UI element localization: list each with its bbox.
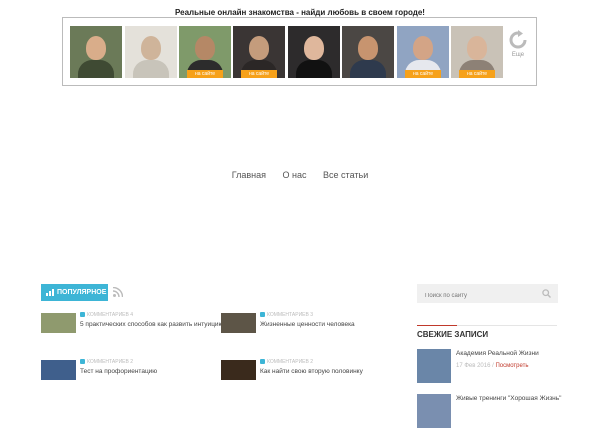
- popular-post[interactable]: КОММЕНТАРИЕВ 4 5 практических способов ка…: [41, 312, 223, 335]
- post-thumbnail[interactable]: [41, 360, 76, 380]
- recent-post-thumbnail[interactable]: [417, 394, 451, 428]
- recent-divider: [417, 325, 557, 326]
- online-badge: на сайте: [459, 70, 495, 78]
- photo-face: [195, 36, 215, 60]
- popular-tab[interactable]: ПОПУЛЯРНОЕ: [41, 284, 108, 301]
- post-title[interactable]: Жизненные ценности человека: [260, 321, 355, 328]
- popular-tab-label: ПОПУЛЯРНОЕ: [57, 289, 107, 296]
- profile-photo[interactable]: [288, 26, 340, 78]
- photo-figure: [296, 60, 332, 78]
- nav-home[interactable]: Главная: [232, 170, 266, 180]
- comment-count: КОММЕНТАРИЕВ 2: [80, 359, 133, 365]
- photo-face: [413, 36, 433, 60]
- search-input[interactable]: [417, 286, 535, 306]
- post-title[interactable]: 5 практических способов как развить инту…: [80, 321, 223, 328]
- comment-count: КОММЕНТАРИЕВ 2: [260, 359, 313, 365]
- comment-icon: [260, 312, 265, 318]
- recent-post-thumbnail[interactable]: [417, 349, 451, 383]
- post-title[interactable]: Тест на профориентацию: [80, 368, 157, 375]
- online-badge: на сайте: [241, 70, 277, 78]
- online-badge: на сайте: [405, 70, 441, 78]
- recent-heading: СВЕЖИЕ ЗАПИСИ: [417, 330, 489, 339]
- recent-post-title[interactable]: Академия Реальной Жизни: [456, 350, 539, 357]
- more-label: Еще: [511, 52, 525, 58]
- profile-photo[interactable]: на сайте: [397, 26, 449, 78]
- rss-icon[interactable]: [113, 287, 123, 297]
- comment-icon: [80, 359, 85, 365]
- search-box: [417, 284, 558, 306]
- photo-face: [358, 36, 378, 60]
- photo-face: [86, 36, 106, 60]
- banner-title: Реальные онлайн знакомства - найди любов…: [175, 8, 425, 17]
- photo-figure: [133, 60, 169, 78]
- profile-photo[interactable]: [125, 26, 177, 78]
- popular-post[interactable]: КОММЕНТАРИЕВ 2 Как найти свою вторую поло…: [221, 359, 396, 382]
- recent-post-date: 17 Фев 2016 / Посмотреть: [456, 363, 529, 369]
- refresh-icon: [509, 30, 527, 49]
- post-thumbnail[interactable]: [41, 313, 76, 333]
- search-icon[interactable]: [542, 289, 551, 298]
- recent-post-title[interactable]: Живые тренинги "Хорошая Жизнь": [456, 395, 561, 402]
- view-link[interactable]: Посмотреть: [495, 363, 528, 369]
- photo-face: [249, 36, 269, 60]
- photo-figure: [78, 60, 114, 78]
- nav-about[interactable]: О нас: [283, 170, 307, 180]
- online-badge: на сайте: [187, 70, 223, 78]
- comment-count: КОММЕНТАРИЕВ 3: [260, 312, 313, 318]
- photo-face: [141, 36, 161, 60]
- main-nav: Главная О нас Все статьи: [0, 170, 600, 180]
- popular-post[interactable]: КОММЕНТАРИЕВ 2 Тест на профориентацию: [41, 359, 216, 382]
- nav-all-articles[interactable]: Все статьи: [323, 170, 368, 180]
- chart-icon: [46, 288, 54, 296]
- dating-banner[interactable]: Еще на сайте на сайте на сайте на сайте: [62, 17, 537, 86]
- profile-photo[interactable]: на сайте: [179, 26, 231, 78]
- profile-photo[interactable]: на сайте: [451, 26, 503, 78]
- photo-figure: [350, 60, 386, 78]
- comment-count: КОММЕНТАРИЕВ 4: [80, 312, 133, 318]
- post-title[interactable]: Как найти свою вторую половинку: [260, 368, 363, 375]
- photo-face: [304, 36, 324, 60]
- comment-icon: [260, 359, 265, 365]
- comment-icon: [80, 312, 85, 318]
- profile-photo[interactable]: на сайте: [233, 26, 285, 78]
- photo-face: [467, 36, 487, 60]
- post-thumbnail[interactable]: [221, 360, 256, 380]
- more-button[interactable]: Еще: [506, 30, 530, 58]
- popular-post[interactable]: КОММЕНТАРИЕВ 3 Жизненные ценности человек…: [221, 312, 396, 335]
- profile-photo[interactable]: [70, 26, 122, 78]
- post-thumbnail[interactable]: [221, 313, 256, 333]
- profile-photo[interactable]: [342, 26, 394, 78]
